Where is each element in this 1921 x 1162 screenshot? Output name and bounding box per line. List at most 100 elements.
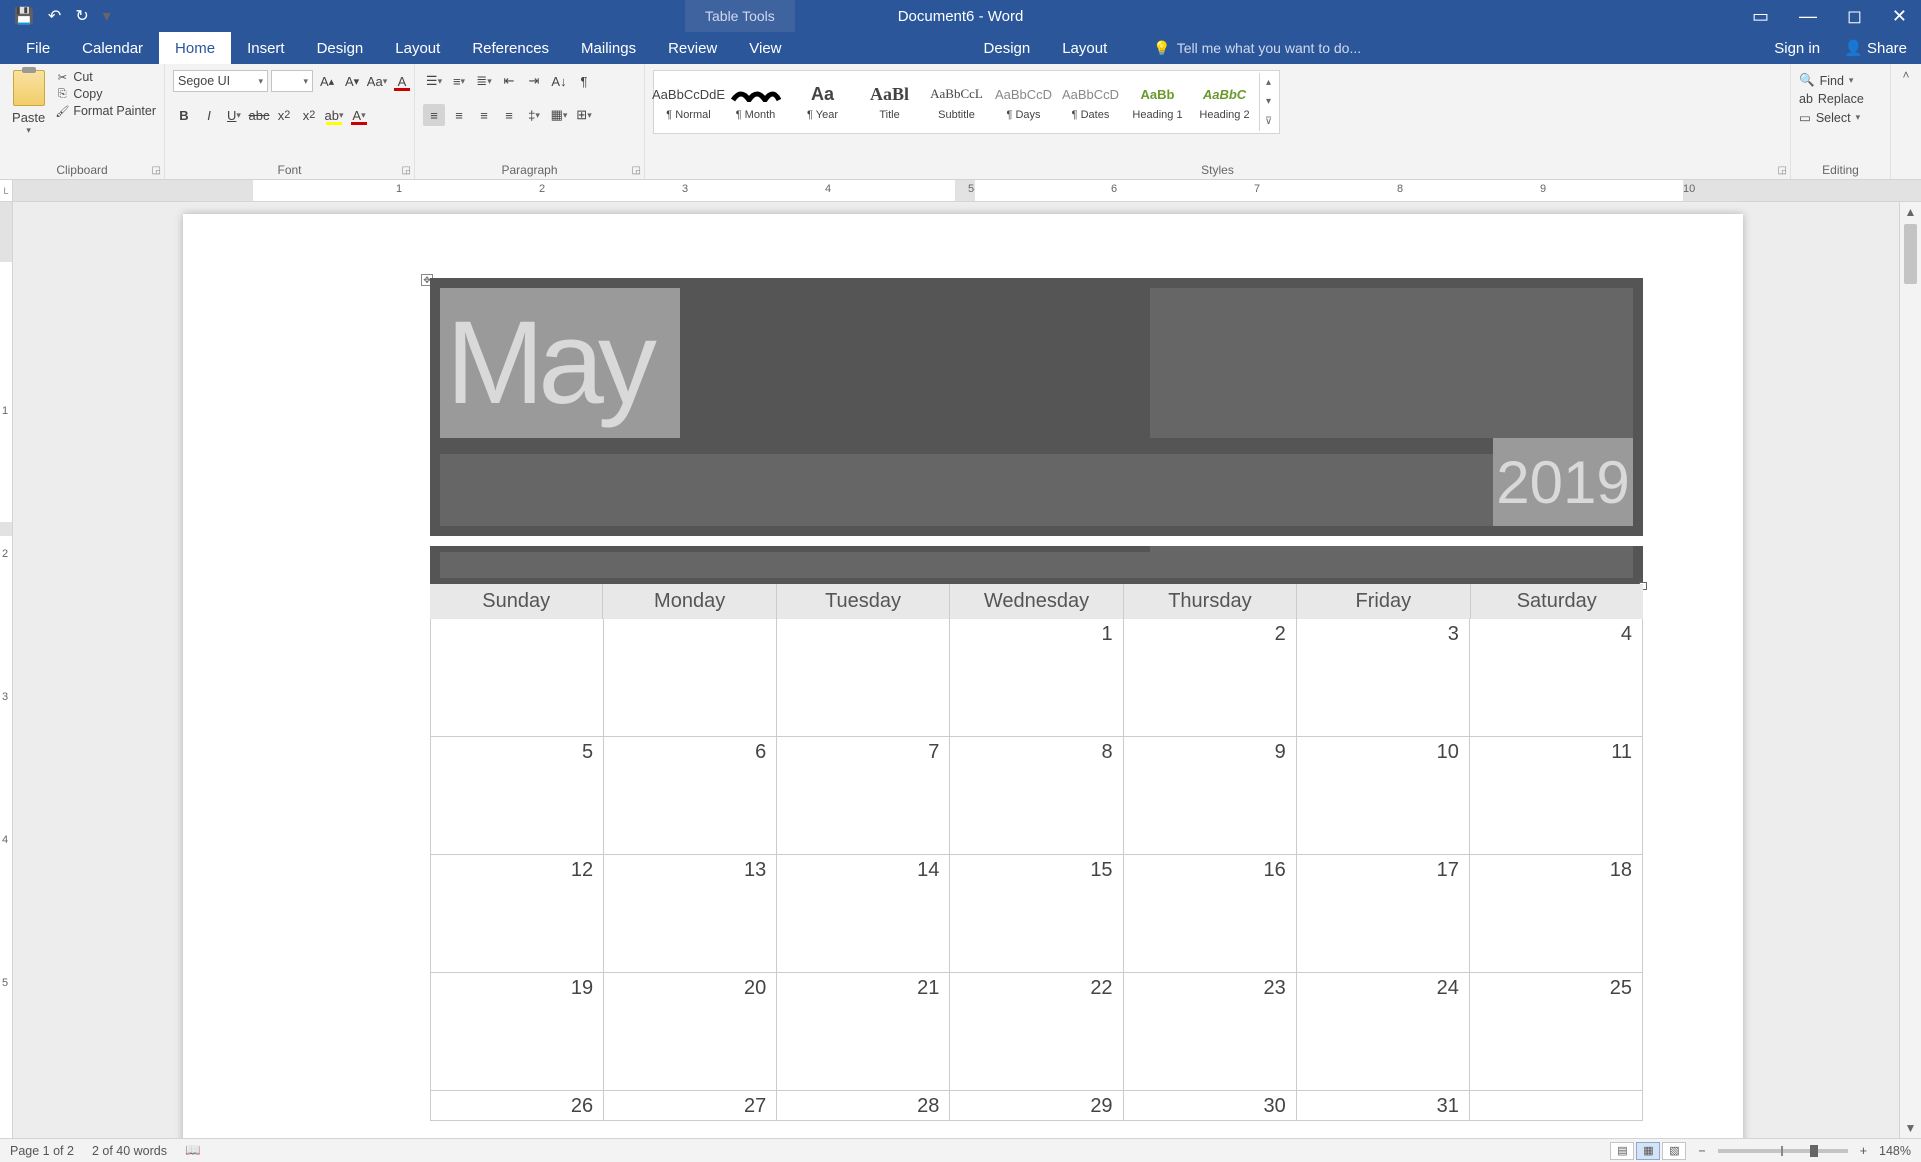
calendar-cell[interactable]: 1 (950, 619, 1123, 737)
underline-button[interactable]: U▾ (223, 104, 245, 126)
styles-more-button[interactable]: ▴▾⊽ (1259, 73, 1277, 131)
calendar-cell[interactable]: 7 (777, 737, 950, 855)
calendar-cell[interactable]: 29 (950, 1091, 1123, 1121)
close-icon[interactable]: ✕ (1892, 6, 1907, 27)
italic-button[interactable]: I (198, 104, 220, 126)
zoom-in-button[interactable]: + (1860, 1144, 1867, 1158)
tab-insert[interactable]: Insert (231, 32, 301, 64)
shrink-font-button[interactable]: A▾ (341, 70, 363, 92)
tab-layout[interactable]: Layout (379, 32, 456, 64)
paste-button[interactable]: Paste ▾ (8, 70, 49, 136)
tab-calendar[interactable]: Calendar (66, 32, 159, 64)
change-case-button[interactable]: Aa▾ (366, 70, 388, 92)
superscript-button[interactable]: x2 (298, 104, 320, 126)
qat-customize-icon[interactable]: ▾ (103, 6, 111, 26)
word-count[interactable]: 2 of 40 words (92, 1144, 167, 1158)
borders-button[interactable]: ⊞▾ (573, 104, 595, 126)
styles-launcher-icon[interactable]: ◲ (1778, 165, 1787, 176)
align-center-button[interactable]: ≡ (448, 104, 470, 126)
shading-button[interactable]: ▦▾ (548, 104, 570, 126)
calendar-cell[interactable]: 8 (950, 737, 1123, 855)
clear-formatting-button[interactable]: A (391, 70, 413, 92)
calendar-cell[interactable]: 28 (777, 1091, 950, 1121)
style-item[interactable]: Aa¶ Year (790, 73, 855, 131)
scroll-up-icon[interactable]: ▲ (1900, 202, 1921, 222)
save-icon[interactable]: 💾 (14, 6, 34, 26)
tab-file[interactable]: File (10, 32, 66, 64)
calendar-cell[interactable] (604, 619, 777, 737)
format-painter-button[interactable]: 🖌Format Painter (55, 104, 156, 118)
decrease-indent-button[interactable]: ⇤ (498, 70, 520, 92)
calendar-cell[interactable] (777, 619, 950, 737)
clipboard-launcher-icon[interactable]: ◲ (152, 165, 161, 176)
style-item[interactable]: AaBbHeading 1 (1125, 73, 1190, 131)
calendar-cell[interactable]: 6 (604, 737, 777, 855)
calendar-cell[interactable]: 14 (777, 855, 950, 973)
calendar-cell[interactable]: 30 (1124, 1091, 1297, 1121)
redo-icon[interactable]: ↻ (75, 6, 88, 26)
style-item[interactable]: AaBbCcD¶ Dates (1058, 73, 1123, 131)
web-layout-button[interactable]: ▧ (1662, 1142, 1686, 1160)
calendar-cell[interactable]: 10 (1297, 737, 1470, 855)
show-marks-button[interactable]: ¶ (573, 70, 595, 92)
calendar-cell[interactable]: 25 (1470, 973, 1643, 1091)
find-button[interactable]: 🔍Find ▾ (1799, 73, 1864, 88)
calendar-cell[interactable]: 21 (777, 973, 950, 1091)
highlight-button[interactable]: ab▾ (323, 104, 345, 126)
style-item[interactable]: AaBbCHeading 2 (1192, 73, 1257, 131)
calendar-cell[interactable] (1470, 1091, 1643, 1121)
replace-button[interactable]: abReplace (1799, 92, 1864, 106)
bullets-button[interactable]: ☰▾ (423, 70, 445, 92)
zoom-out-button[interactable]: − (1698, 1144, 1705, 1158)
style-item[interactable]: ¶ Month (723, 73, 788, 131)
sort-button[interactable]: A↓ (548, 70, 570, 92)
justify-button[interactable]: ≡ (498, 104, 520, 126)
tab-view[interactable]: View (733, 32, 797, 64)
sign-in-link[interactable]: Sign in (1774, 40, 1820, 57)
collapse-ribbon-icon[interactable]: ˄ (1902, 68, 1909, 82)
calendar-cell[interactable]: 24 (1297, 973, 1470, 1091)
font-color-button[interactable]: A▾ (348, 104, 370, 126)
calendar-cell[interactable]: 19 (430, 973, 604, 1091)
subscript-button[interactable]: x2 (273, 104, 295, 126)
paragraph-launcher-icon[interactable]: ◲ (632, 165, 641, 176)
calendar-cell[interactable]: 15 (950, 855, 1123, 973)
page-indicator[interactable]: Page 1 of 2 (10, 1144, 74, 1158)
tab-mailings[interactable]: Mailings (565, 32, 652, 64)
calendar-cell[interactable]: 12 (430, 855, 604, 973)
calendar-cell[interactable]: 16 (1124, 855, 1297, 973)
font-size-combo[interactable]: ▾ (271, 70, 313, 92)
maximize-icon[interactable]: ◻ (1847, 6, 1862, 27)
grow-font-button[interactable]: A▴ (316, 70, 338, 92)
style-item[interactable]: AaBbCcLSubtitle (924, 73, 989, 131)
spell-check-icon[interactable]: 📖 (185, 1143, 201, 1158)
tab-table-layout[interactable]: Layout (1046, 32, 1123, 64)
font-launcher-icon[interactable]: ◲ (402, 165, 411, 176)
style-item[interactable]: AaBbCcD¶ Days (991, 73, 1056, 131)
strikethrough-button[interactable]: abc (248, 104, 270, 126)
calendar-cell[interactable]: 22 (950, 973, 1123, 1091)
select-button[interactable]: ▭Select ▾ (1799, 110, 1864, 125)
calendar-cell[interactable]: 20 (604, 973, 777, 1091)
ribbon-options-icon[interactable]: ▭ (1752, 6, 1769, 27)
tab-design[interactable]: Design (301, 32, 380, 64)
align-right-button[interactable]: ≡ (473, 104, 495, 126)
copy-button[interactable]: ⎘Copy (55, 87, 156, 101)
tab-review[interactable]: Review (652, 32, 733, 64)
align-left-button[interactable]: ≡ (423, 104, 445, 126)
vertical-scrollbar[interactable]: ▲ ▼ (1899, 202, 1921, 1138)
undo-icon[interactable]: ↶ (48, 6, 61, 26)
calendar-cell[interactable] (430, 619, 604, 737)
tab-references[interactable]: References (456, 32, 565, 64)
calendar-cell[interactable]: 9 (1124, 737, 1297, 855)
increase-indent-button[interactable]: ⇥ (523, 70, 545, 92)
read-mode-button[interactable]: ▤ (1610, 1142, 1634, 1160)
print-layout-button[interactable]: ▦ (1636, 1142, 1660, 1160)
tab-table-design[interactable]: Design (968, 32, 1047, 64)
calendar-cell[interactable]: 17 (1297, 855, 1470, 973)
minimize-icon[interactable]: — (1799, 6, 1817, 27)
font-name-combo[interactable]: Segoe UI▾ (173, 70, 268, 92)
scroll-thumb[interactable] (1904, 224, 1917, 284)
tab-home[interactable]: Home (159, 32, 231, 64)
calendar-cell[interactable]: 2 (1124, 619, 1297, 737)
